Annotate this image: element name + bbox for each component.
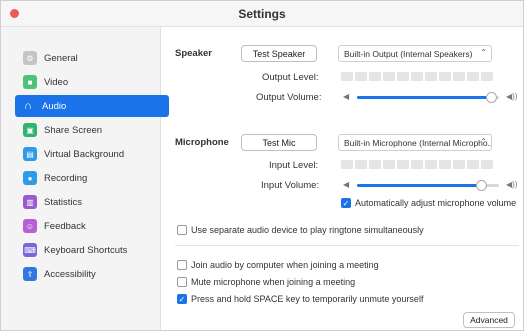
output-level-label: Output Level: — [262, 72, 319, 83]
window-title: Settings — [238, 7, 286, 21]
sidebar-item-label: Statistics — [44, 196, 83, 208]
output-volume-fill — [357, 96, 492, 99]
volume-low-icon: ◀ — [343, 180, 350, 189]
feedback-icon: ☺ — [23, 219, 37, 233]
select-arrows-icon: ⌃ — [480, 48, 487, 57]
separate-device-checkbox[interactable] — [177, 225, 187, 235]
auto-adjust-checkbox[interactable]: ✓ — [341, 198, 351, 208]
output-volume-knob[interactable] — [486, 92, 497, 103]
sidebar-item-video[interactable]: ■ Video — [17, 71, 169, 93]
microphone-device-select[interactable]: Built-in Microphone (Internal Micropho..… — [338, 134, 492, 151]
select-arrows-icon: ⌃ — [480, 137, 487, 146]
output-volume-label: Output Volume: — [256, 92, 322, 103]
title-bar: Settings — [1, 1, 523, 27]
sidebar-item-recording[interactable]: ● Recording — [17, 167, 169, 189]
space-unmute-checkbox[interactable]: ✓ — [177, 294, 187, 304]
keyboard-icon: ⌨ — [23, 243, 37, 257]
sidebar-item-general[interactable]: ⚙ General — [17, 47, 169, 69]
accessibility-icon: ☦ — [23, 267, 37, 281]
input-level-meter — [341, 160, 493, 169]
sidebar-item-label: Accessibility — [44, 268, 96, 280]
join-audio-checkbox[interactable] — [177, 260, 187, 270]
sidebar-item-label: Virtual Background — [44, 148, 125, 160]
advanced-button[interactable]: Advanced — [463, 312, 515, 328]
speaker-device-value: Built-in Output (Internal Speakers) — [344, 48, 473, 59]
mute-mic-label: Mute microphone when joining a meeting — [191, 277, 356, 287]
speaker-section-label: Speaker — [175, 48, 212, 59]
volume-high-icon: ◀)) — [506, 180, 518, 189]
gear-icon: ⚙ — [23, 51, 37, 65]
output-volume-slider[interactable] — [357, 92, 499, 103]
share-screen-icon: ▣ — [23, 123, 37, 137]
input-level-label: Input Level: — [269, 160, 319, 171]
volume-high-icon: ◀)) — [506, 92, 518, 101]
statistics-icon: ▥ — [23, 195, 37, 209]
sidebar-item-label: Feedback — [44, 220, 86, 232]
audio-settings-panel: Speaker Test Speaker Built-in Output (In… — [169, 27, 523, 330]
sidebar-item-label: General — [44, 52, 78, 64]
join-audio-label: Join audio by computer when joining a me… — [191, 260, 379, 270]
sidebar-item-label: Recording — [44, 172, 88, 184]
sidebar-item-label: Audio — [42, 100, 67, 112]
headphones-icon: ∩ — [24, 100, 32, 112]
sidebar-item-keyboard-shortcuts[interactable]: ⌨ Keyboard Shortcuts — [17, 239, 169, 261]
video-icon: ■ — [23, 75, 37, 89]
sidebar-item-share-screen[interactable]: ▣ Share Screen — [17, 119, 169, 141]
microphone-section-label: Microphone — [175, 137, 229, 148]
input-volume-slider[interactable] — [357, 180, 499, 191]
sidebar-item-accessibility[interactable]: ☦ Accessibility — [17, 263, 169, 285]
sidebar-item-feedback[interactable]: ☺ Feedback — [17, 215, 169, 237]
sidebar-item-statistics[interactable]: ▥ Statistics — [17, 191, 169, 213]
microphone-device-value: Built-in Microphone (Internal Micropho..… — [344, 137, 492, 148]
sidebar-item-label: Video — [44, 76, 69, 88]
input-volume-label: Input Volume: — [261, 180, 320, 191]
section-divider — [175, 245, 519, 246]
sidebar-item-audio[interactable]: ∩ Audio — [15, 95, 169, 117]
separate-device-label: Use separate audio device to play ringto… — [191, 225, 424, 235]
space-unmute-label: Press and hold SPACE key to temporarily … — [191, 294, 424, 304]
input-volume-fill — [357, 184, 482, 187]
sidebar-item-virtual-background[interactable]: ▤ Virtual Background — [17, 143, 169, 165]
test-mic-button[interactable]: Test Mic — [241, 134, 317, 151]
input-volume-knob[interactable] — [476, 180, 487, 191]
test-speaker-button[interactable]: Test Speaker — [241, 45, 317, 62]
mute-mic-checkbox[interactable] — [177, 277, 187, 287]
settings-window: Settings ⚙ General ■ Video ∩ Audio ▣ Sha… — [0, 0, 524, 331]
sidebar-item-label: Keyboard Shortcuts — [44, 244, 128, 256]
auto-adjust-label: Automatically adjust microphone volume — [355, 198, 517, 208]
recording-icon: ● — [23, 171, 37, 185]
sidebar-item-label: Share Screen — [44, 124, 103, 136]
volume-low-icon: ◀ — [343, 92, 350, 101]
settings-sidebar: ⚙ General ■ Video ∩ Audio ▣ Share Screen… — [1, 27, 169, 330]
virtual-background-icon: ▤ — [23, 147, 37, 161]
speaker-device-select[interactable]: Built-in Output (Internal Speakers) ⌃ — [338, 45, 492, 62]
output-level-meter — [341, 72, 493, 81]
